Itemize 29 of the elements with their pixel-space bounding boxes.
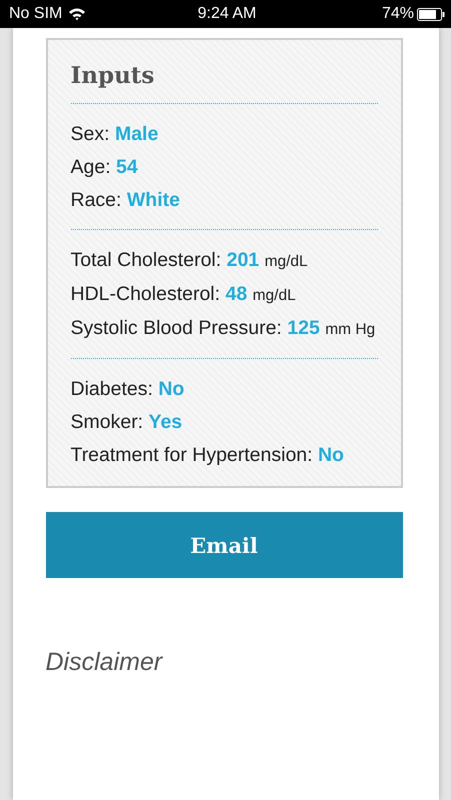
unit-label: mg/dL [264,253,308,270]
input-value: 54 [116,156,138,178]
unit-label: mg/dL [252,287,296,304]
input-label: Race: [70,189,122,211]
input-value: Yes [148,411,182,433]
input-value: Male [114,123,158,145]
input-label: Systolic Blood Pressure: [70,317,282,339]
unit-label: mm Hg [325,321,376,338]
input-label: Smoker: [70,411,144,433]
input-label: Total Cholesterol: [70,249,222,271]
input-label: Diabetes: [70,378,153,400]
input-value: White [126,189,180,211]
email-button[interactable]: Email [46,512,402,578]
card-title: Inputs [70,62,378,104]
carrier-label: No SIM [9,5,62,23]
input-value: No [158,378,184,400]
wifi-icon [68,7,86,21]
input-value: 125 [287,317,320,339]
input-label: Sex: [70,123,110,145]
battery-icon [416,8,445,20]
input-label: Treatment for Hypertension: [70,444,313,466]
input-value: 201 [226,249,260,271]
clock-time: 9:24 AM [198,5,256,23]
disclaimer-heading: Disclaimer [46,648,164,677]
battery-percent: 74% [382,5,414,23]
input-label: Age: [70,156,111,178]
input-value: No [318,444,344,466]
input-value: 48 [225,283,248,305]
input-label: HDL-Cholesterol: [70,283,220,305]
